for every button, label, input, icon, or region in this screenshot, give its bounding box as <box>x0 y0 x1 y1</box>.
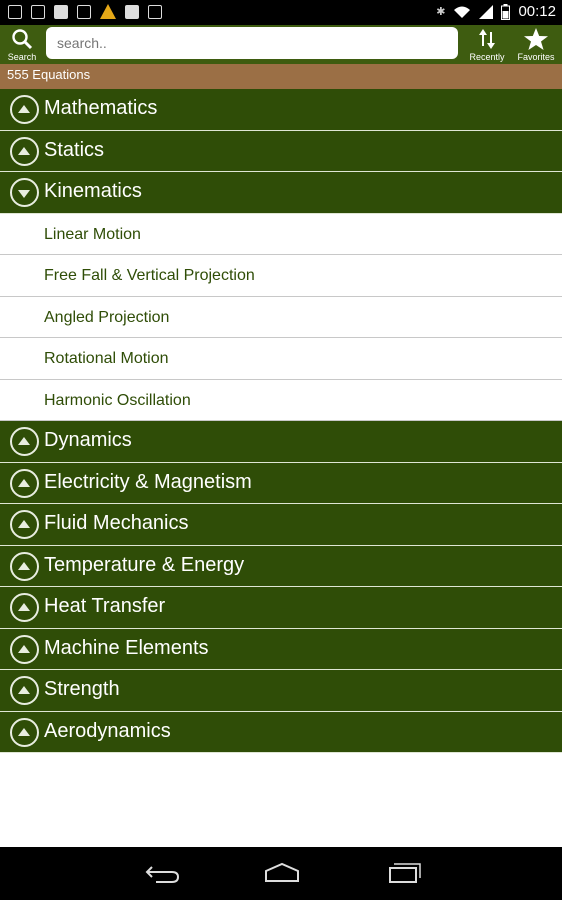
list-item-label: Harmonic Oscillation <box>44 391 191 409</box>
bluetooth-icon: ✱ <box>436 5 446 18</box>
category-dynamics[interactable]: Dynamics <box>0 421 562 463</box>
category-kinematics[interactable]: Kinematics <box>0 172 562 214</box>
category-fluid-mechanics[interactable]: Fluid Mechanics <box>0 504 562 546</box>
notification-icons <box>8 4 162 19</box>
recently-button-label: Recently <box>469 52 505 62</box>
category-temperature-energy[interactable]: Temperature & Energy <box>0 545 562 587</box>
expand-arrow-icon <box>10 136 39 166</box>
category-strength[interactable]: Strength <box>0 670 562 712</box>
category-label: Dynamics <box>44 429 132 451</box>
recent-apps-icon[interactable] <box>382 861 422 885</box>
expand-arrow-icon <box>10 634 39 664</box>
category-label: Aerodynamics <box>44 719 171 742</box>
expand-arrow-icon <box>10 593 39 622</box>
category-heat-transfer[interactable]: Heat Transfer <box>0 587 562 629</box>
home-icon[interactable] <box>262 861 302 885</box>
expand-arrow-icon <box>10 510 39 539</box>
list-item-label: Angled Projection <box>44 308 170 326</box>
expand-arrow-icon <box>10 427 39 456</box>
list-item-harmonic-oscillation[interactable]: Harmonic Oscillation <box>0 379 562 421</box>
no-image-icon <box>77 4 91 19</box>
toolbar: Search Recently Favorites <box>0 25 562 64</box>
expand-arrow-icon <box>10 717 39 747</box>
list-item-label: Rotational Motion <box>44 350 169 367</box>
category-list: Mathematics Statics Kinematics Linear Mo… <box>0 89 562 847</box>
signal-icon <box>479 4 494 19</box>
search-button[interactable]: Search <box>2 25 42 64</box>
category-aerodynamics[interactable]: Aerodynamics <box>0 711 562 753</box>
battery-icon <box>501 3 511 20</box>
expand-arrow-icon <box>10 468 39 498</box>
list-item-free-fall[interactable]: Free Fall & Vertical Projection <box>0 255 562 297</box>
category-electricity-magnetism[interactable]: Electricity & Magnetism <box>0 462 562 504</box>
clock: 00:12 <box>518 3 556 20</box>
category-label: Statics <box>44 138 105 161</box>
category-statics[interactable]: Statics <box>0 130 562 172</box>
category-label: Temperature & Energy <box>44 553 245 576</box>
sort-arrows-icon <box>479 29 495 49</box>
list-item-angled-projection[interactable]: Angled Projection <box>0 296 562 338</box>
back-icon[interactable] <box>142 861 182 885</box>
search-icon <box>12 29 33 50</box>
search-button-label: Search <box>7 52 37 62</box>
star-icon <box>524 28 548 50</box>
recently-button[interactable]: Recently <box>464 25 510 64</box>
search-input[interactable] <box>46 27 458 59</box>
barcode-icon <box>54 4 68 19</box>
list-item-linear-motion[interactable]: Linear Motion <box>0 213 562 255</box>
equation-count: 555 Equations <box>0 64 562 89</box>
favorites-button[interactable]: Favorites <box>512 25 560 64</box>
expand-arrow-icon <box>10 551 39 581</box>
list-item-rotational-motion[interactable]: Rotational Motion <box>0 338 562 380</box>
warning-icon <box>100 4 116 19</box>
navigation-bar <box>0 847 562 900</box>
category-label: Mathematics <box>44 97 158 119</box>
list-item-label: Free Fall & Vertical Projection <box>44 267 255 284</box>
wifi-icon <box>454 6 471 18</box>
favorites-button-label: Favorites <box>517 52 555 62</box>
collapse-arrow-icon <box>10 178 39 207</box>
category-machine-elements[interactable]: Machine Elements <box>0 628 562 670</box>
category-label: Kinematics <box>44 180 142 202</box>
category-label: Heat Transfer <box>44 595 166 617</box>
expand-arrow-icon <box>10 676 39 705</box>
app-notification-icon <box>125 4 139 19</box>
expand-arrow-icon <box>10 95 39 124</box>
list-item-label: Linear Motion <box>44 225 141 243</box>
image-icon <box>31 4 45 19</box>
category-mathematics[interactable]: Mathematics <box>0 89 562 131</box>
bag-icon <box>148 4 162 19</box>
category-label: Machine Elements <box>44 636 209 659</box>
system-icons: ✱ 00:12 <box>436 3 556 20</box>
category-label: Strength <box>44 678 120 700</box>
status-bar: ✱ 00:12 <box>0 0 562 25</box>
window-icon <box>8 4 22 19</box>
category-label: Fluid Mechanics <box>44 512 189 534</box>
category-label: Electricity & Magnetism <box>44 470 252 493</box>
